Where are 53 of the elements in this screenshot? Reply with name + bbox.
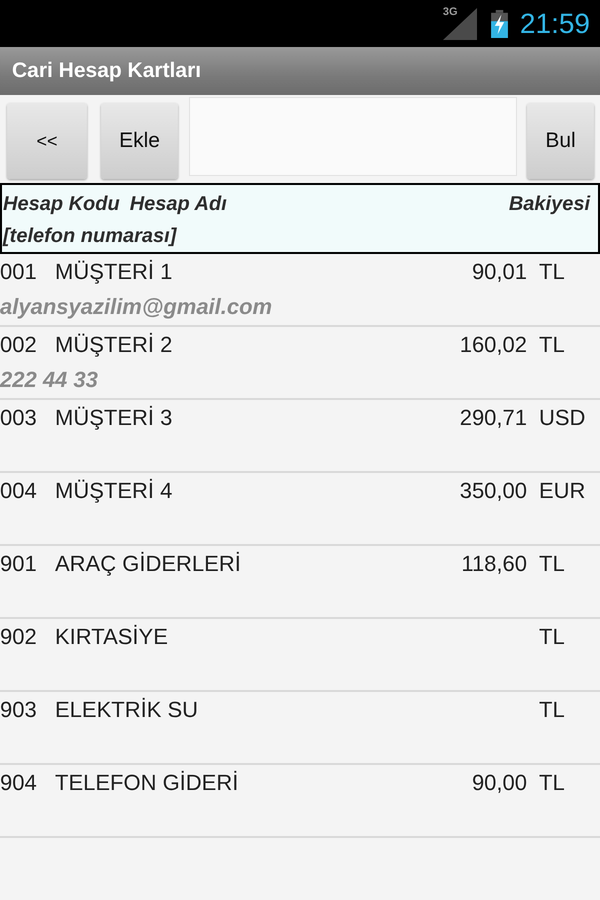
- column-header: Hesap Adı: [130, 192, 227, 216]
- account-row[interactable]: 002 MÜŞTERİ 2 160,02 TL 222 44 33: [0, 327, 600, 400]
- currency: TL: [538, 551, 566, 577]
- signal-icon: [442, 8, 477, 40]
- search-field[interactable]: [189, 96, 517, 176]
- account-balance: 290,71: [460, 405, 527, 431]
- account-code: 002: [0, 332, 38, 358]
- currency: USD: [538, 405, 586, 431]
- account-name: MÜŞTERİ 4: [55, 478, 174, 504]
- currency: TL: [538, 697, 566, 723]
- account-code: 901: [0, 551, 38, 577]
- account-balance: 118,60: [461, 551, 527, 577]
- account-name: KIRTASİYE: [55, 624, 169, 650]
- window-title: Cari Hesap Kartları: [12, 59, 202, 83]
- account-row[interactable]: 003 MÜŞTERİ 3 290,71 USD: [0, 400, 600, 473]
- column-header: Bakiyesi: [508, 192, 590, 216]
- network-type: 3G: [442, 6, 458, 18]
- battery-charging-icon: [490, 10, 508, 38]
- account-name: MÜŞTERİ 3: [55, 405, 174, 431]
- account-code: 902: [0, 624, 38, 650]
- currency: TL: [538, 258, 566, 284]
- account-name: ELEKTRİK SU: [55, 697, 200, 723]
- account-row[interactable]: 004 MÜŞTERİ 4 350,00 EUR: [0, 473, 600, 546]
- account-contact: 222 44 33: [0, 366, 99, 394]
- account-balance: 350,00: [460, 478, 527, 504]
- account-code: 903: [0, 697, 38, 723]
- search-button[interactable]: Bul: [527, 103, 594, 179]
- account-balance: 90,01: [472, 258, 527, 284]
- currency: TL: [538, 332, 566, 358]
- account-row[interactable]: 904 TELEFON GİDERİ 90,00 TL: [0, 765, 600, 838]
- account-code: 004: [0, 478, 38, 504]
- account-balance: 160,02: [460, 332, 527, 358]
- column-header: Hesap Kodu: [3, 192, 120, 216]
- account-row[interactable]: 001 MÜŞTERİ 1 90,01 TL alyansyazilim@gmail.com: [0, 254, 600, 327]
- account-code: 001: [0, 258, 38, 284]
- account-row[interactable]: 901 ARAÇ GİDERLERİ 118,60 TL: [0, 546, 600, 619]
- add-button[interactable]: Ekle: [101, 103, 178, 179]
- currency: EUR: [538, 478, 586, 504]
- account-contact: alyansyazilim@gmail.com: [0, 293, 274, 321]
- currency: TL: [538, 770, 566, 796]
- account-name: MÜŞTERİ 1: [55, 258, 174, 284]
- account-name: ARAÇ GİDERLERİ: [55, 551, 242, 577]
- back-button[interactable]: <<: [7, 103, 87, 179]
- account-name: TELEFON GİDERİ: [55, 770, 240, 796]
- clock-time: 21:59: [520, 8, 590, 40]
- account-code: 003: [0, 405, 38, 431]
- account-code: 904: [0, 770, 38, 796]
- account-row[interactable]: 902 KIRTASİYE TL: [0, 619, 600, 692]
- account-balance: 90,00: [472, 770, 527, 796]
- column-subheader: [telefon numarası]: [3, 224, 178, 248]
- account-row[interactable]: 903 ELEKTRİK SU TL: [0, 692, 600, 765]
- currency: TL: [538, 624, 566, 650]
- account-name: MÜŞTERİ 2: [55, 332, 174, 358]
